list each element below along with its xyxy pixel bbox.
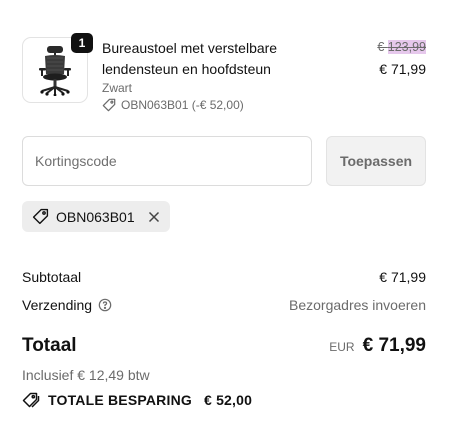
- total-savings: TOTALE BESPARING € 52,00: [22, 392, 252, 408]
- cart-line-item: 1 Bureaustoel met verstelbare lendensteu…: [22, 33, 426, 117]
- tag-icon: [102, 98, 116, 112]
- subtotal-value: € 71,99: [379, 269, 426, 285]
- subtotal-row: Subtotaal € 71,99: [22, 269, 426, 285]
- line-discount-code: OBN063B01 (-€ 52,00): [121, 98, 244, 112]
- office-chair-icon: [39, 46, 71, 96]
- product-variant: Zwart: [102, 81, 132, 95]
- applied-discount-chip: OBN063B01: [22, 201, 170, 232]
- shipping-label: Verzending: [22, 297, 93, 313]
- current-price: € 71,99: [379, 61, 426, 77]
- original-price-value: 123,99: [387, 40, 426, 54]
- total-label: Totaal: [22, 335, 77, 356]
- total-value: € 71,99: [362, 335, 426, 356]
- apply-discount-button[interactable]: Toepassen: [326, 136, 426, 186]
- product-title: Bureaustoel met verstelbare lendensteun …: [102, 40, 278, 77]
- shipping-row: Verzending Bezorgadres invoeren: [22, 297, 426, 313]
- total-row: Totaal EUR € 71,99: [22, 335, 426, 357]
- currency-code: EUR: [329, 340, 355, 354]
- shipping-value: Bezorgadres invoeren: [289, 297, 426, 313]
- subtotal-label: Subtotaal: [22, 269, 82, 285]
- remove-discount-close-icon[interactable]: [148, 211, 160, 223]
- quantity-badge: 1: [71, 33, 93, 53]
- discount-code-form: Toepassen: [22, 136, 426, 186]
- line-discount: OBN063B01 (-€ 52,00): [102, 98, 244, 112]
- help-circle-icon[interactable]: [98, 298, 112, 312]
- savings-value: € 52,00: [204, 392, 253, 408]
- applied-discount-code: OBN063B01: [56, 208, 135, 225]
- tax-note: Inclusief € 12,49 btw: [22, 367, 150, 383]
- tags-icon: [22, 392, 40, 408]
- original-price: € 123,99: [377, 40, 426, 54]
- savings-label: TOTALE BESPARING: [48, 392, 192, 408]
- discount-code-input[interactable]: [22, 136, 312, 186]
- tag-icon: [32, 208, 49, 225]
